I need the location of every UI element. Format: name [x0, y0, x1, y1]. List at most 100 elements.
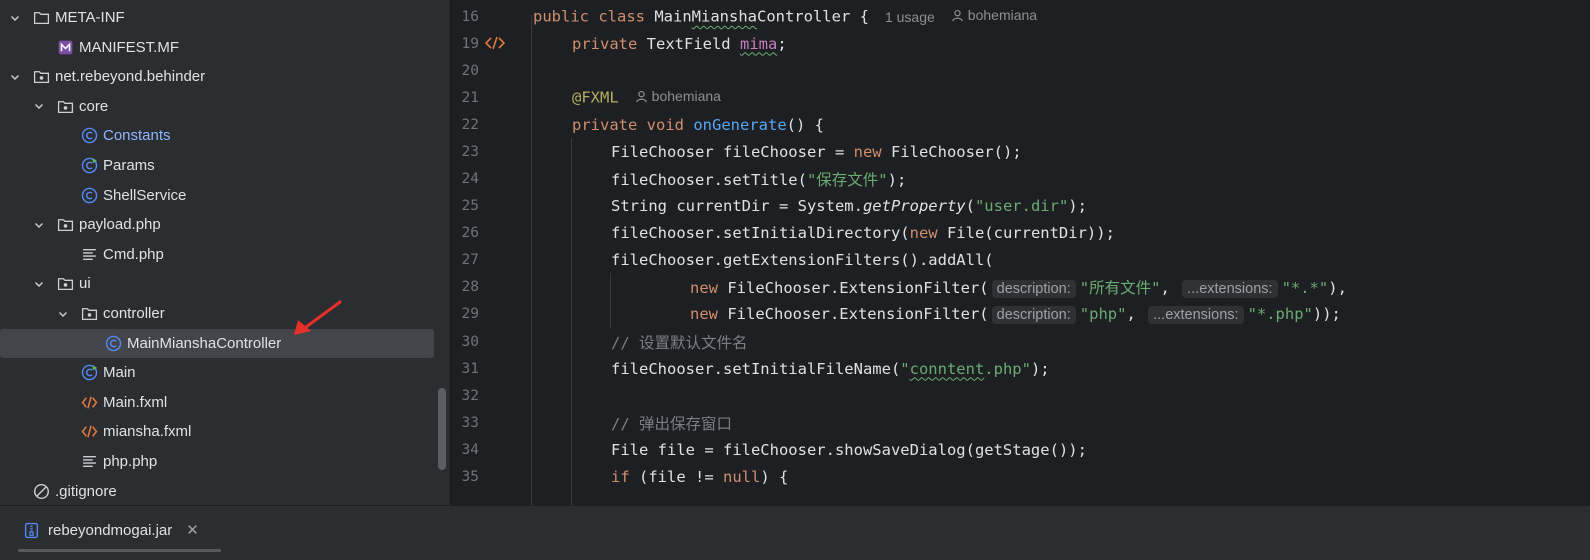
code-line-26[interactable]: 26 fileChooser.setInitialDirectory(new F… [451, 219, 1590, 246]
code-token: FileChooser.ExtensionFilter( [727, 278, 989, 297]
parameter-hint: ...extensions: [1148, 305, 1244, 324]
code-token: fileChooser.setInitialDirectory( [611, 223, 910, 242]
code-line-32[interactable]: 32 [451, 382, 1590, 409]
line-number: 16 [461, 8, 479, 25]
code-line-34[interactable]: 34 File file = fileChooser.showSaveDialo… [451, 436, 1590, 463]
chevron-placeholder [80, 336, 94, 350]
code-token: )); [1312, 304, 1341, 323]
tree-item[interactable]: META-INF [0, 3, 450, 32]
code-token: String currentDir = System. [611, 196, 863, 215]
chevron-down-icon[interactable] [32, 218, 46, 232]
chevron-placeholder [56, 366, 70, 380]
usages-hint[interactable]: 1 usage [885, 9, 935, 25]
line-number: 22 [461, 116, 479, 133]
archive-tab-label: rebeyondmogai.jar [48, 521, 173, 539]
chevron-placeholder [56, 455, 70, 469]
code-token: onGenerate [693, 115, 787, 134]
tree-item[interactable]: controller [0, 299, 450, 328]
package-icon [32, 68, 50, 86]
tab-scrollbar[interactable] [18, 549, 221, 552]
code-token: mima [739, 34, 778, 53]
code-token: , [1160, 278, 1180, 297]
code-line-33[interactable]: 33 // 弹出保存窗口 [451, 409, 1590, 436]
project-scrollbar[interactable] [438, 388, 446, 470]
fxml-binding-icon[interactable] [485, 35, 505, 51]
code-token: TextField [646, 34, 740, 53]
line-number: 27 [461, 251, 479, 268]
project-tool-window: META-INF MANIFEST.MF net.rebeyond.behinder… [0, 0, 450, 505]
tree-item[interactable]: .gitignore [0, 477, 450, 505]
chevron-placeholder [8, 484, 22, 498]
code-token: "user.dir" [974, 196, 1069, 215]
code-token: ) { [760, 467, 789, 486]
archive-file-icon [22, 521, 40, 539]
chevron-placeholder [56, 159, 70, 173]
tree-item[interactable]: Main.fxml [0, 388, 450, 417]
class-icon [80, 127, 98, 145]
author-hint[interactable]: bohemiana [951, 7, 1037, 23]
chevron-down-icon[interactable] [32, 277, 46, 291]
code-line-28[interactable]: 28 new FileChooser.ExtensionFilter(descr… [451, 273, 1590, 300]
tree-item[interactable]: miansha.fxml [0, 417, 450, 446]
code-token: private void [572, 115, 694, 134]
tree-item[interactable]: Main [0, 358, 450, 387]
code-token: fileChooser.setTitle( [611, 170, 807, 189]
chevron-down-icon[interactable] [56, 307, 70, 321]
tree-item[interactable]: ShellService [0, 181, 450, 210]
line-number: 19 [461, 35, 479, 52]
chevron-down-icon[interactable] [8, 11, 22, 25]
tree-item[interactable]: ui [0, 269, 450, 298]
code-line-35[interactable]: 35 if (file != null) { [451, 463, 1590, 490]
code-line-25[interactable]: 25 String currentDir = System.getPropert… [451, 192, 1590, 219]
tree-item[interactable]: payload.php [0, 210, 450, 239]
tree-item[interactable]: core [0, 92, 450, 121]
package-icon [80, 305, 98, 323]
code-token: "保存文件" [806, 170, 888, 189]
code-token: FileChooser.ExtensionFilter( [727, 304, 989, 323]
tree-item[interactable]: MANIFEST.MF [0, 33, 450, 62]
author-hint[interactable]: bohemiana [635, 88, 721, 104]
tree-item[interactable]: MainMianshaController [0, 328, 434, 358]
archive-tab[interactable]: rebeyondmogai.jar ✕ [22, 516, 199, 544]
chevron-down-icon[interactable] [8, 70, 22, 84]
code-line-30[interactable]: 30 // 设置默认文件名 [451, 328, 1590, 355]
code-token: "*.php" [1247, 304, 1313, 323]
code-token: conntent [909, 359, 985, 378]
manifest-file-icon [56, 38, 74, 56]
tree-item[interactable]: php.php [0, 447, 450, 476]
code-token: new [853, 142, 891, 161]
code-line-24[interactable]: 24 fileChooser.setTitle("保存文件"); [451, 165, 1590, 192]
line-number: 33 [461, 414, 479, 431]
parameter-hint: description: [991, 279, 1076, 298]
line-number: 21 [461, 89, 479, 106]
code-token: private [572, 34, 647, 53]
code-token: "所有文件" [1079, 278, 1161, 297]
tree-item[interactable]: Cmd.php [0, 240, 450, 269]
close-icon[interactable]: ✕ [186, 521, 199, 539]
tree-item[interactable]: Constants [0, 121, 450, 150]
chevron-placeholder [56, 247, 70, 261]
code-token: new [909, 223, 947, 242]
code-line-16[interactable]: 16 public class MainMianshaController {1… [451, 3, 1590, 30]
code-line-27[interactable]: 27 fileChooser.getExtensionFilters().add… [451, 246, 1590, 273]
code-line-23[interactable]: 23 FileChooser fileChooser = new FileCho… [451, 138, 1590, 165]
tree-item-label: miansha.fxml [103, 423, 192, 441]
parameter-hint: description: [991, 305, 1076, 324]
chevron-down-icon[interactable] [32, 99, 46, 113]
code-token: @FXML [572, 88, 619, 107]
code-line-29[interactable]: 29 new FileChooser.ExtensionFilter(descr… [451, 300, 1590, 327]
class-icon [80, 186, 98, 204]
tree-item[interactable]: net.rebeyond.behinder [0, 62, 450, 91]
user-icon [635, 90, 647, 102]
code-line-31[interactable]: 31 fileChooser.setInitialFileName("connt… [451, 355, 1590, 382]
code-token: () { [786, 115, 824, 134]
code-line-19[interactable]: 19 private TextField mima; [451, 30, 1590, 57]
tree-item-label: Main [103, 364, 136, 382]
code-token: public class [533, 7, 655, 26]
code-line-22[interactable]: 22 private void onGenerate() { [451, 111, 1590, 138]
tree-item[interactable]: Params [0, 151, 450, 180]
runnable-class-icon [80, 364, 98, 382]
code-editor[interactable]: 16 public class MainMianshaController {1… [450, 0, 1590, 505]
code-line-20[interactable]: 20 [451, 57, 1590, 84]
code-line-21[interactable]: 21 @FXML bohemiana [451, 84, 1590, 111]
